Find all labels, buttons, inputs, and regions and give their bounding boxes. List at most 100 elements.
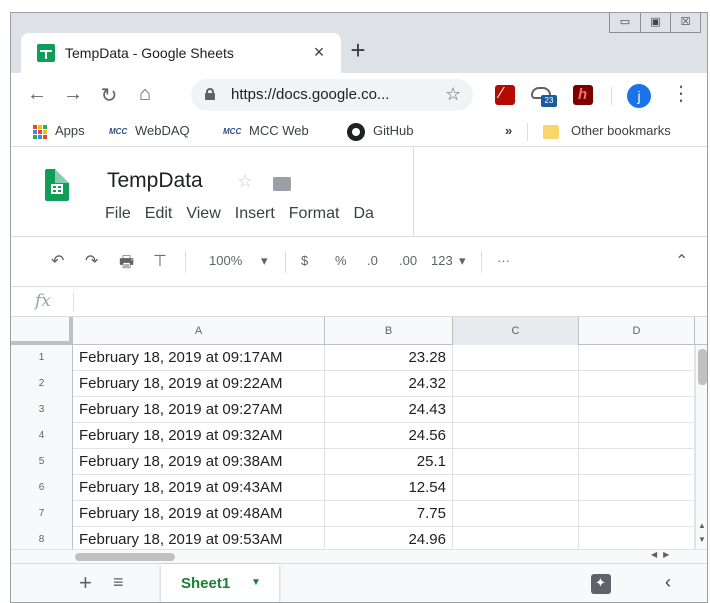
vertical-scroll-thumb[interactable] (698, 349, 707, 385)
bookmark-github[interactable]: GitHub (373, 123, 413, 138)
cell-d8[interactable] (579, 527, 695, 549)
zoom-select[interactable]: 100% (209, 253, 242, 268)
acrobat-extension-icon[interactable] (495, 85, 515, 105)
cell-b3[interactable]: 24.43 (325, 397, 453, 423)
menu-format[interactable]: Format (289, 205, 340, 223)
close-tab-icon[interactable]: × (309, 42, 329, 63)
row-header[interactable]: 3 (11, 397, 73, 423)
column-header-a[interactable]: A (73, 317, 325, 345)
percent-format-button[interactable]: % (335, 253, 347, 268)
collapse-chevron-up-icon[interactable]: ⌃ (675, 251, 688, 271)
bookmark-webdaq[interactable]: WebDAQ (135, 123, 190, 138)
menu-insert[interactable]: Insert (235, 205, 275, 223)
redo-icon[interactable]: ↷ (85, 251, 98, 271)
bookmark-mcc-web[interactable]: MCC Web (249, 123, 309, 138)
bookmarks-overflow-button[interactable]: » (505, 123, 512, 138)
bookmark-apps[interactable]: Apps (55, 123, 85, 138)
other-bookmarks[interactable]: Other bookmarks (571, 123, 671, 138)
cell-d6[interactable] (579, 475, 695, 501)
bookmark-star-icon[interactable]: ☆ (445, 84, 461, 105)
cell-a6[interactable]: February 18, 2019 at 09:43AM (73, 475, 325, 501)
menu-view[interactable]: View (186, 205, 220, 223)
document-title[interactable]: TempData (107, 169, 203, 193)
cell-b7[interactable]: 7.75 (325, 501, 453, 527)
h-extension-icon[interactable] (573, 85, 593, 105)
zoom-dropdown-icon[interactable]: ▾ (261, 253, 268, 269)
horizontal-scrollbar[interactable]: ◀▶ (11, 549, 707, 563)
menu-file[interactable]: File (105, 205, 131, 223)
column-header-d[interactable]: D (579, 317, 695, 345)
cell-d7[interactable] (579, 501, 695, 527)
vertical-scrollbar[interactable]: ▲ ▼ (695, 345, 707, 549)
undo-icon[interactable]: ↶ (51, 251, 64, 271)
cell-d1[interactable] (579, 345, 695, 371)
currency-format-button[interactable]: $ (301, 253, 308, 268)
move-folder-icon[interactable] (273, 177, 291, 191)
profile-avatar[interactable]: j (627, 84, 651, 108)
row-header[interactable]: 2 (11, 371, 73, 397)
forward-arrow-icon[interactable]: → (61, 83, 85, 106)
cell-a5[interactable]: February 18, 2019 at 09:38AM (73, 449, 325, 475)
browser-tab[interactable]: TempData - Google Sheets × (21, 33, 341, 73)
sheets-logo-icon[interactable] (45, 169, 69, 201)
sheet-tab-dropdown-icon[interactable]: ▼ (251, 577, 261, 588)
cell-b6[interactable]: 12.54 (325, 475, 453, 501)
cell-d4[interactable] (579, 423, 695, 449)
horizontal-scroll-thumb[interactable] (75, 553, 175, 561)
row-header[interactable]: 5 (11, 449, 73, 475)
new-tab-button[interactable]: + (343, 35, 373, 65)
column-header-c[interactable]: C (453, 317, 579, 345)
menu-edit[interactable]: Edit (145, 205, 173, 223)
formula-bar[interactable]: fx (11, 287, 707, 317)
maximize-button[interactable]: ▣ (640, 13, 670, 33)
cell-c2[interactable] (453, 371, 579, 397)
reload-icon[interactable]: ↻ (97, 83, 121, 108)
cell-b1[interactable]: 23.28 (325, 345, 453, 371)
back-arrow-icon[interactable]: ← (25, 83, 49, 106)
cell-b5[interactable]: 25.1 (325, 449, 453, 475)
row-header[interactable]: 6 (11, 475, 73, 501)
cell-c8[interactable] (453, 527, 579, 549)
cell-a3[interactable]: February 18, 2019 at 09:27AM (73, 397, 325, 423)
cell-b8[interactable]: 24.96 (325, 527, 453, 549)
cell-a4[interactable]: February 18, 2019 at 09:32AM (73, 423, 325, 449)
row-header[interactable]: 4 (11, 423, 73, 449)
all-sheets-list-icon[interactable]: ≡ (113, 572, 124, 593)
cell-c4[interactable] (453, 423, 579, 449)
print-icon[interactable]: 🖶 (119, 251, 134, 278)
cell-c6[interactable] (453, 475, 579, 501)
cell-a2[interactable]: February 18, 2019 at 09:22AM (73, 371, 325, 397)
select-all-corner[interactable] (11, 317, 73, 345)
cell-a7[interactable]: February 18, 2019 at 09:48AM (73, 501, 325, 527)
more-formats-dropdown-icon[interactable]: ▾ (459, 253, 466, 269)
chevron-left-icon[interactable]: ‹ (665, 572, 671, 593)
minimize-button[interactable]: ▭ (610, 13, 640, 33)
scroll-up-arrow-icon[interactable]: ▲ (698, 521, 706, 530)
cell-d3[interactable] (579, 397, 695, 423)
row-header[interactable]: 7 (11, 501, 73, 527)
explore-icon[interactable] (591, 574, 611, 594)
close-window-button[interactable]: ☒ (670, 13, 700, 33)
cell-a1[interactable]: February 18, 2019 at 09:17AM (73, 345, 325, 371)
home-icon[interactable]: ⌂ (133, 83, 157, 106)
more-formats-button[interactable]: 123 (431, 253, 453, 268)
column-header-b[interactable]: B (325, 317, 453, 345)
menu-data[interactable]: Da (353, 205, 373, 223)
cell-d5[interactable] (579, 449, 695, 475)
cloud-extension-icon[interactable]: 23 (531, 85, 557, 107)
address-bar[interactable]: https://docs.google.co... ☆ (191, 79, 473, 111)
cell-c7[interactable] (453, 501, 579, 527)
paint-format-icon[interactable]: ⊤ (153, 251, 167, 271)
row-header[interactable]: 8 (11, 527, 73, 549)
increase-decimal-button[interactable]: .00 (399, 253, 417, 268)
scroll-down-arrow-icon[interactable]: ▼ (698, 535, 706, 544)
cell-a8[interactable]: February 18, 2019 at 09:53AM (73, 527, 325, 549)
horizontal-scroll-arrows-icon[interactable]: ◀▶ (651, 550, 675, 559)
cell-c3[interactable] (453, 397, 579, 423)
more-options-button[interactable]: ··· (497, 253, 510, 268)
add-sheet-button[interactable]: + (79, 570, 92, 596)
cell-b4[interactable]: 24.56 (325, 423, 453, 449)
cell-c1[interactable] (453, 345, 579, 371)
decrease-decimal-button[interactable]: .0 (367, 253, 378, 268)
kebab-menu-icon[interactable]: ⋮ (671, 81, 691, 106)
